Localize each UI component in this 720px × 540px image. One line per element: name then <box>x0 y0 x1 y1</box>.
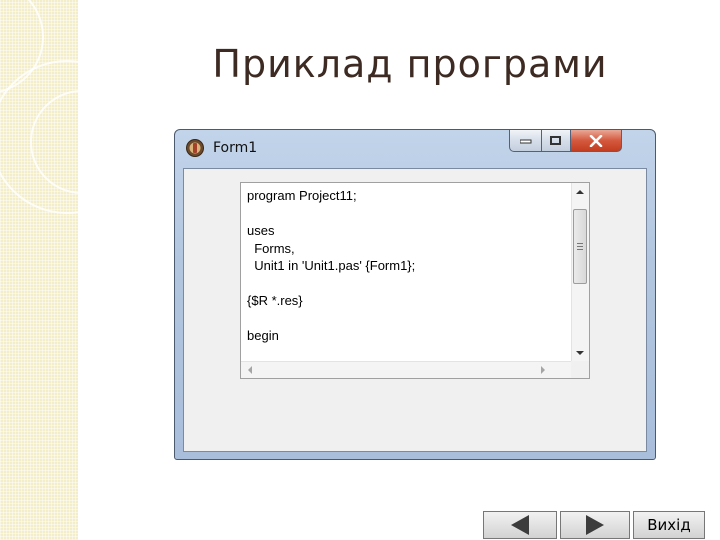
scroll-down-icon[interactable] <box>576 351 584 355</box>
decorative-sidebar <box>0 0 78 540</box>
next-slide-button[interactable] <box>560 511 630 539</box>
code-memo[interactable]: program Project11; uses Forms, Unit1 in … <box>240 182 590 379</box>
triangle-right-icon <box>586 515 604 535</box>
prev-slide-button[interactable] <box>483 511 557 539</box>
close-icon <box>589 134 603 147</box>
scrollbar-corner <box>571 361 589 378</box>
triangle-left-icon <box>511 515 529 535</box>
scroll-left-icon[interactable] <box>248 366 252 374</box>
delphi-app-icon <box>186 139 204 157</box>
code-line: {$R *.res} <box>247 293 303 308</box>
code-line: Forms, <box>247 240 295 256</box>
code-line: Unit1 in 'Unit1.pas' {Form1}; <box>247 258 416 273</box>
scroll-right-icon[interactable] <box>541 366 545 374</box>
vertical-scrollbar[interactable] <box>571 183 589 362</box>
code-line: begin <box>247 328 279 343</box>
maximize-icon <box>550 135 561 145</box>
close-button[interactable] <box>570 130 622 152</box>
maximize-button[interactable] <box>541 130 571 152</box>
form-client-area: program Project11; uses Forms, Unit1 in … <box>183 168 647 452</box>
minimize-button[interactable] <box>509 130 542 152</box>
memo-text: program Project11; uses Forms, Unit1 in … <box>247 187 565 355</box>
exit-button[interactable]: Вихід <box>633 511 705 539</box>
window-title: Form1 <box>213 140 258 156</box>
form1-window: Form1 program Project11; uses Forms, Uni… <box>174 129 656 460</box>
slide-title: Приклад програми <box>212 42 608 86</box>
horizontal-scrollbar[interactable] <box>241 361 571 378</box>
minimize-icon <box>519 139 531 143</box>
scroll-up-icon[interactable] <box>576 190 584 194</box>
code-line: uses <box>247 223 275 238</box>
code-line: program Project11; <box>247 188 357 203</box>
scroll-thumb[interactable] <box>573 209 587 284</box>
